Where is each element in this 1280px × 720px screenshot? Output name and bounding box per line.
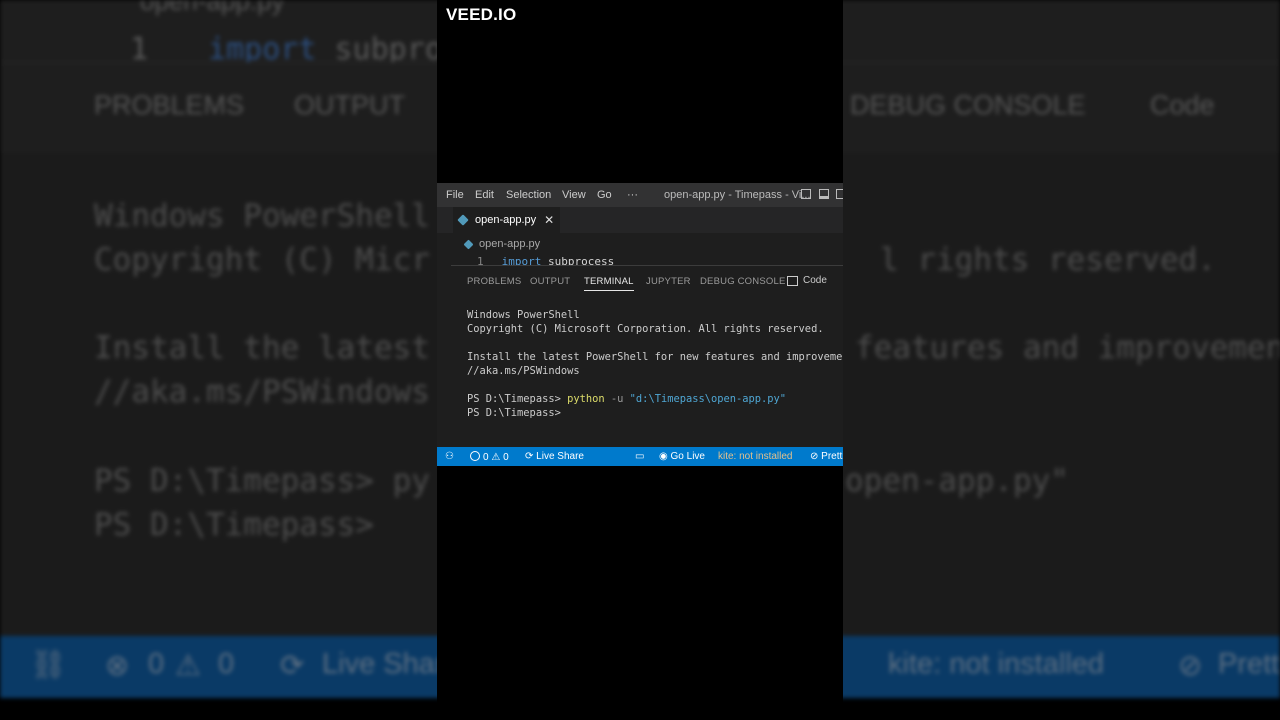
title-bar: File Edit Selection View Go ··· open-app… <box>437 183 843 207</box>
bg-error-count: 0 <box>148 648 165 680</box>
bg-file-label: open-app.py <box>140 0 285 16</box>
python-file-icon <box>463 239 474 249</box>
terminal-line1: Windows PowerShell <box>467 309 580 321</box>
prettier-label: Prettier <box>821 451 843 462</box>
live-share-icon: ⟳ <box>525 451 534 462</box>
bg-warning-icon: ⚠ <box>175 650 201 682</box>
warning-icon: ⚠ <box>491 452 501 463</box>
bg-live-share-icon: ⟳ <box>280 650 305 682</box>
bg-term-line2-right: l rights reserved. <box>880 242 1216 278</box>
go-live-status[interactable]: ◉ Go Live <box>659 451 705 462</box>
tab-output[interactable]: OUTPUT <box>530 276 570 287</box>
bg-prompt2: PS D:\Timepass> <box>94 507 374 543</box>
kite-status[interactable]: kite: not installed <box>718 451 793 462</box>
status-bar: ⚇ 0 ⚠ 0 ⟳ Live Share ▭ ◉ Go Live kite: n… <box>437 447 843 466</box>
bg-kite: kite: not installed <box>888 648 1105 680</box>
terminal-profile-label: Code <box>803 275 827 286</box>
prettier-icon: ⊘ <box>810 451 819 462</box>
bg-term-line3-right: features and improvement <box>855 330 1280 366</box>
command-flag: -u <box>604 393 630 405</box>
terminal-line4: //aka.ms/PSWindows <box>467 365 580 377</box>
broadcast-icon: ◉ <box>659 451 668 462</box>
tab-problems[interactable]: PROBLEMS <box>467 276 521 287</box>
terminal-line3: Install the latest PowerShell for new fe… <box>467 351 843 363</box>
command: python <box>567 393 605 405</box>
bg-tab-problems: PROBLEMS <box>94 90 245 120</box>
terminal-line2: Copyright (C) Microsoft Corporation. All… <box>467 323 824 335</box>
terminal-profile[interactable]: Code <box>787 275 827 286</box>
bg-prompt1: PS D:\Timepass> py <box>94 463 430 499</box>
toggle-panel-icon[interactable] <box>819 189 829 199</box>
terminal-panel: PROBLEMS OUTPUT TERMINAL JUPYTER DEBUG C… <box>451 265 843 449</box>
vscode-window: File Edit Selection View Go ··· open-app… <box>437 183 843 466</box>
go-live-label: Go Live <box>670 451 705 462</box>
toggle-sidebar-icon[interactable] <box>801 189 811 199</box>
tab-jupyter[interactable]: JUPYTER <box>646 276 691 287</box>
layout-icon[interactable] <box>836 189 843 199</box>
bg-tab-output: OUTPUT <box>294 90 405 120</box>
bg-term-line1: Windows PowerShell <box>94 198 430 234</box>
editor-tab-bar: open-app.py ✕ <box>437 207 843 233</box>
breadcrumb[interactable]: open-app.py <box>463 238 541 250</box>
remote-icon[interactable]: ⚇ <box>445 451 454 462</box>
menu-selection[interactable]: Selection <box>506 189 551 201</box>
bg-term-line3: Install the latest <box>94 330 430 366</box>
problems-status[interactable]: 0 ⚠ 0 <box>470 451 509 463</box>
bg-term-line4: //aka.ms/PSWindows <box>94 374 430 410</box>
video-column: VEED.IO File Edit Selection View Go ··· … <box>437 0 843 720</box>
breadcrumb-file: open-app.py <box>479 238 541 250</box>
bg-prettier: Prett <box>1218 648 1280 680</box>
menu-go[interactable]: Go <box>597 189 612 201</box>
prettier-status[interactable]: ⊘ Prettier <box>810 451 843 462</box>
tab-label: open-app.py <box>475 214 537 226</box>
tab-debug-console[interactable]: DEBUG CONSOLE <box>700 276 785 287</box>
bg-prettier-icon: ⊘ <box>1178 650 1203 682</box>
terminal-command-line: PS D:\Timepass> python -u "d:\Timepass\o… <box>467 393 786 405</box>
live-share-status[interactable]: ⟳ Live Share <box>525 451 584 462</box>
terminal-icon <box>787 275 798 286</box>
prompt: PS D:\Timepass> <box>467 407 568 419</box>
python-file-icon <box>457 214 469 226</box>
terminal-prompt-line[interactable]: PS D:\Timepass> <box>467 407 567 419</box>
bg-error-icon: ⊗ <box>105 650 130 682</box>
bg-live-share: Live Shar <box>322 648 445 680</box>
veed-watermark: VEED.IO <box>446 5 517 24</box>
menu-edit[interactable]: Edit <box>475 189 494 201</box>
command-path: "d:\Timepass\open-app.py" <box>629 393 787 405</box>
menu-view[interactable]: View <box>562 189 586 201</box>
bg-term-line2: Copyright (C) Micr <box>94 242 430 278</box>
error-count: 0 <box>483 452 489 463</box>
menu-file[interactable]: File <box>446 189 464 201</box>
warning-count: 0 <box>503 452 509 463</box>
bg-prompt1-right: open-app.py" <box>845 463 1069 499</box>
error-icon <box>470 451 480 461</box>
window-title: open-app.py - Timepass - Vi... <box>664 189 811 201</box>
bg-warning-count: 0 <box>218 648 235 680</box>
terminal-status-icon[interactable]: ▭ <box>635 451 644 462</box>
menu-more[interactable]: ··· <box>627 189 638 201</box>
close-icon[interactable]: ✕ <box>544 213 554 227</box>
bg-tab-debug: DEBUG CONSOLE <box>850 90 1086 120</box>
prompt: PS D:\Timepass> <box>467 393 568 405</box>
bg-tab-code: Code <box>1150 90 1215 120</box>
tab-open-app-py[interactable]: open-app.py ✕ <box>453 207 561 233</box>
live-share-label: Live Share <box>536 451 584 462</box>
tab-terminal[interactable]: TERMINAL <box>584 276 634 291</box>
bg-remote-icon: ⛓ <box>30 649 67 681</box>
